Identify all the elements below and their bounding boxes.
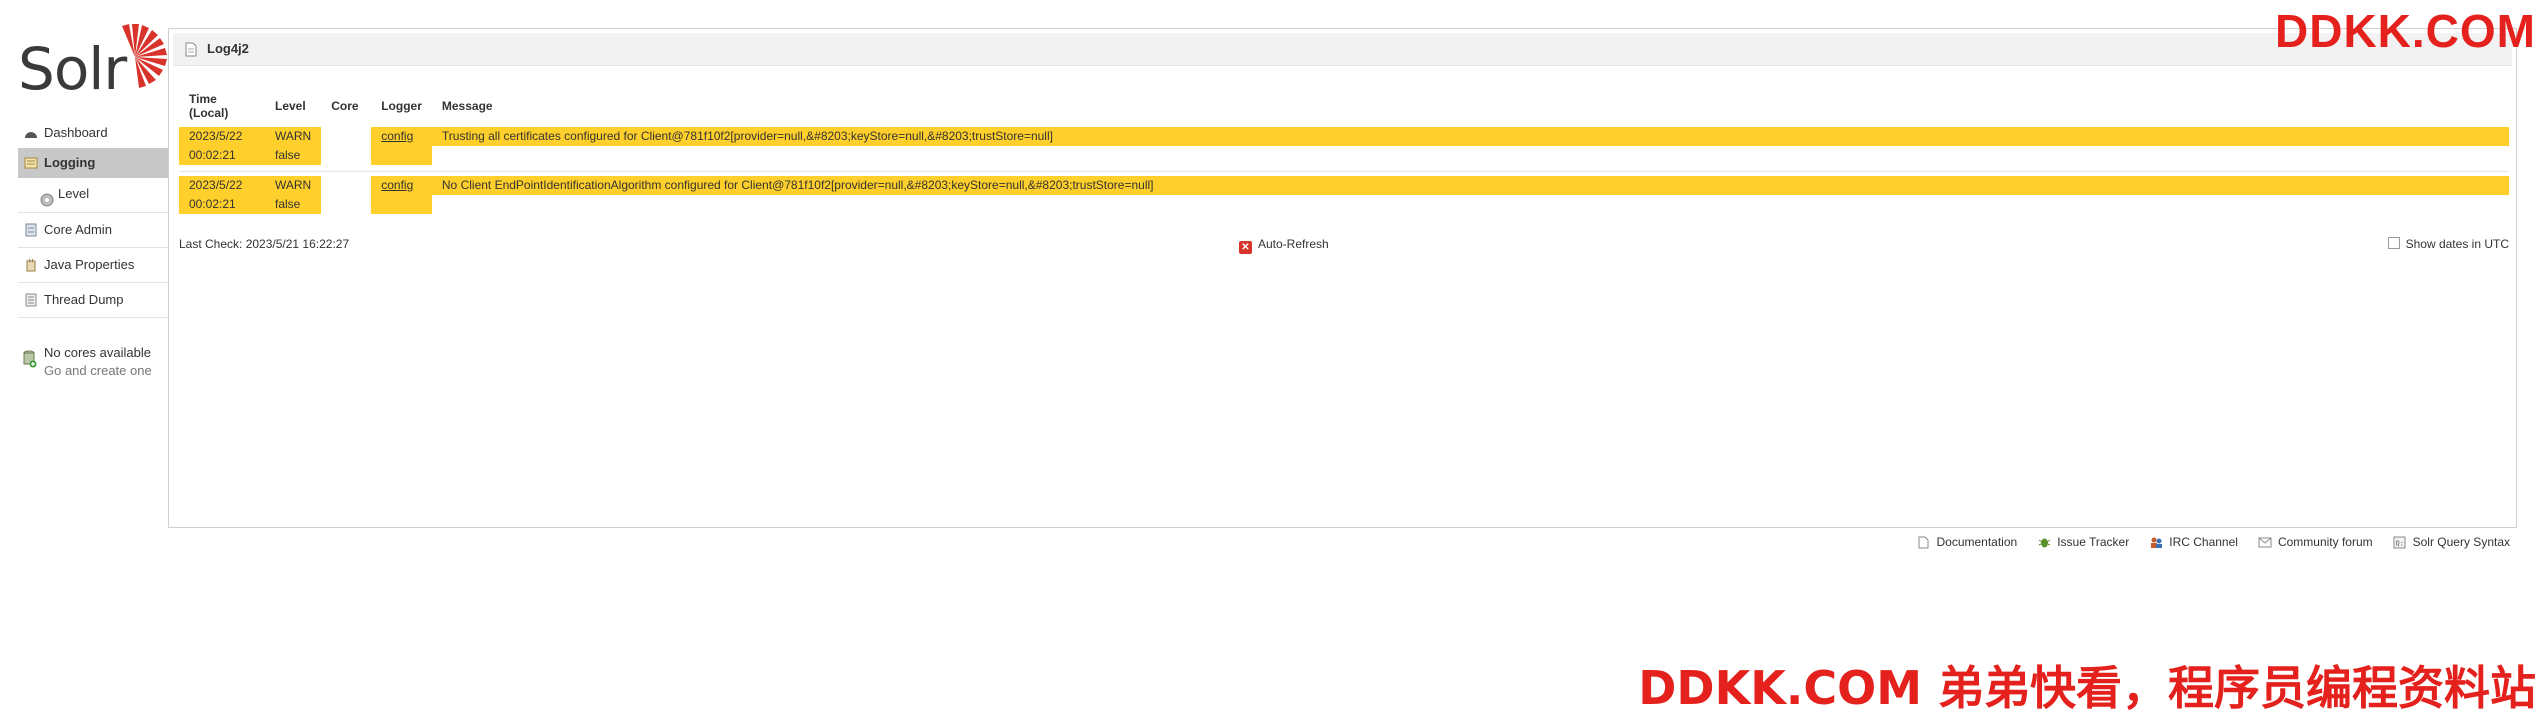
- thread-dump-icon: [23, 293, 38, 306]
- auto-refresh-label: Auto-Refresh: [1258, 237, 1329, 251]
- no-cores-title: No cores available: [44, 345, 151, 360]
- query-syntax-icon: Q:: [2393, 535, 2407, 549]
- row-message-cell: No Client EndPointIdentificationAlgorith…: [431, 176, 2509, 214]
- row-date: 2023/5/22: [189, 178, 243, 192]
- logging-icon: [23, 156, 38, 169]
- row-logger-cell: config: [371, 127, 432, 165]
- core-admin-icon: [23, 223, 38, 236]
- document-icon: [185, 42, 197, 57]
- sidebar-item-label: Level: [58, 186, 90, 201]
- mail-icon: [2258, 535, 2272, 549]
- show-utc-checkbox[interactable]: Show dates in UTC: [2387, 237, 2509, 251]
- sidebar-item-label: Thread Dump: [44, 292, 124, 307]
- row-time-cell: 2023/5/22 00:02:21: [179, 127, 265, 165]
- sidebar-item-label: Dashboard: [44, 125, 108, 140]
- dashboard-icon: [23, 126, 38, 139]
- sidebar-divider: [18, 247, 168, 248]
- row-message: Trusting all certificates configured for…: [431, 127, 2509, 146]
- table-row[interactable]: 2023/5/22 00:02:21 WARN false config Tru…: [179, 127, 2509, 165]
- logger-link[interactable]: config: [381, 129, 413, 143]
- row-flag: false: [275, 148, 301, 162]
- close-icon: ✕: [1239, 241, 1252, 254]
- sidebar: Dashboard Logging Level Core Admin Java …: [18, 118, 168, 380]
- column-header-core[interactable]: Core: [321, 85, 371, 127]
- logging-panel: Log4j2 Time (Local) Level Core Logger Me…: [168, 28, 2517, 528]
- column-header-message[interactable]: Message: [432, 85, 2509, 127]
- footer-link-label: Issue Tracker: [2057, 535, 2130, 549]
- table-row[interactable]: 2023/5/22 00:02:21 WARN false config No …: [179, 176, 2509, 214]
- footer-link-community-forum[interactable]: Community forum: [2258, 535, 2373, 549]
- irc-icon: [2149, 535, 2163, 549]
- level-icon: [40, 187, 54, 207]
- row-level: WARN: [275, 129, 312, 143]
- bug-icon: [2037, 535, 2051, 549]
- sidebar-item-label: Java Properties: [44, 257, 135, 272]
- column-header-logger[interactable]: Logger: [371, 85, 432, 127]
- column-header-level[interactable]: Level: [265, 85, 321, 127]
- sidebar-divider: [18, 282, 168, 283]
- java-properties-icon: [23, 258, 38, 271]
- log-table: Time (Local) Level Core Logger Message 2…: [179, 85, 2509, 214]
- sidebar-item-label: Logging: [44, 155, 96, 170]
- row-logger-cell: config: [371, 176, 432, 214]
- panel-title: Log4j2: [207, 41, 249, 56]
- solr-logo[interactable]: Solr: [18, 24, 167, 98]
- row-time: 00:02:21: [189, 197, 236, 211]
- row-time-cell: 2023/5/22 00:02:21: [179, 176, 265, 214]
- auto-refresh-toggle[interactable]: ✕ Auto-Refresh: [1239, 237, 1329, 254]
- row-core: [321, 176, 371, 214]
- row-core: [321, 127, 371, 165]
- row-date: 2023/5/22: [189, 129, 243, 143]
- footer-link-label: Documentation: [1936, 535, 2018, 549]
- no-cores-notice[interactable]: No cores available Go and create one: [18, 344, 168, 380]
- sidebar-item-java-properties[interactable]: Java Properties: [18, 250, 168, 280]
- watermark-bottom: DDKK.COM 弟弟快看，程序员编程资料站: [1638, 661, 2536, 715]
- create-core-link[interactable]: Go and create one: [44, 362, 168, 380]
- sidebar-divider: [18, 317, 168, 318]
- sidebar-item-thread-dump[interactable]: Thread Dump: [18, 285, 168, 315]
- row-flag: false: [275, 197, 301, 211]
- footer-link-irc-channel[interactable]: IRC Channel: [2149, 535, 2238, 549]
- row-level-cell: WARN false: [265, 127, 322, 165]
- show-utc-label: Show dates in UTC: [2405, 237, 2509, 251]
- sidebar-item-dashboard[interactable]: Dashboard: [18, 118, 168, 148]
- document-icon: [1916, 535, 1930, 549]
- table-header-row: Time (Local) Level Core Logger Message: [179, 85, 2509, 127]
- last-check-text: Last Check: 2023/5/21 16:22:27: [179, 237, 350, 251]
- checkbox-icon: [2387, 237, 2400, 249]
- footer-links: Documentation Issue Tracker IRC Channel …: [1916, 535, 2510, 549]
- row-message-cell: Trusting all certificates configured for…: [431, 127, 2509, 165]
- row-separator: [179, 165, 2509, 172]
- footer-link-label: Solr Query Syntax: [2412, 535, 2510, 549]
- sidebar-divider: [18, 212, 168, 213]
- footer-link-issue-tracker[interactable]: Issue Tracker: [2037, 535, 2129, 549]
- row-time: 00:02:21: [189, 148, 236, 162]
- panel-header: Log4j2: [173, 33, 2512, 66]
- footer-link-solr-query-syntax[interactable]: Q: Solr Query Syntax: [2393, 535, 2510, 549]
- sidebar-item-label: Core Admin: [44, 222, 112, 237]
- sidebar-item-level[interactable]: Level: [18, 178, 168, 210]
- sidebar-item-logging[interactable]: Logging: [18, 148, 168, 178]
- column-header-time[interactable]: Time (Local): [179, 85, 265, 127]
- watermark-top: DDKK.COM: [2275, 5, 2536, 57]
- database-add-icon: [23, 350, 37, 368]
- footer-link-label: Community forum: [2277, 535, 2373, 549]
- row-level: WARN: [275, 178, 312, 192]
- status-bar: Last Check: 2023/5/21 16:22:27 ✕ Auto-Ref…: [179, 235, 2509, 255]
- svg-text:Q:: Q:: [2396, 539, 2404, 547]
- row-level-cell: WARN false: [265, 176, 322, 214]
- logger-link[interactable]: config: [381, 178, 413, 192]
- solr-sun-icon: [122, 24, 167, 88]
- footer-link-documentation[interactable]: Documentation: [1916, 535, 2017, 549]
- footer-link-label: IRC Channel: [2169, 535, 2238, 549]
- sidebar-item-core-admin[interactable]: Core Admin: [18, 215, 168, 245]
- row-message: No Client EndPointIdentificationAlgorith…: [431, 176, 2509, 195]
